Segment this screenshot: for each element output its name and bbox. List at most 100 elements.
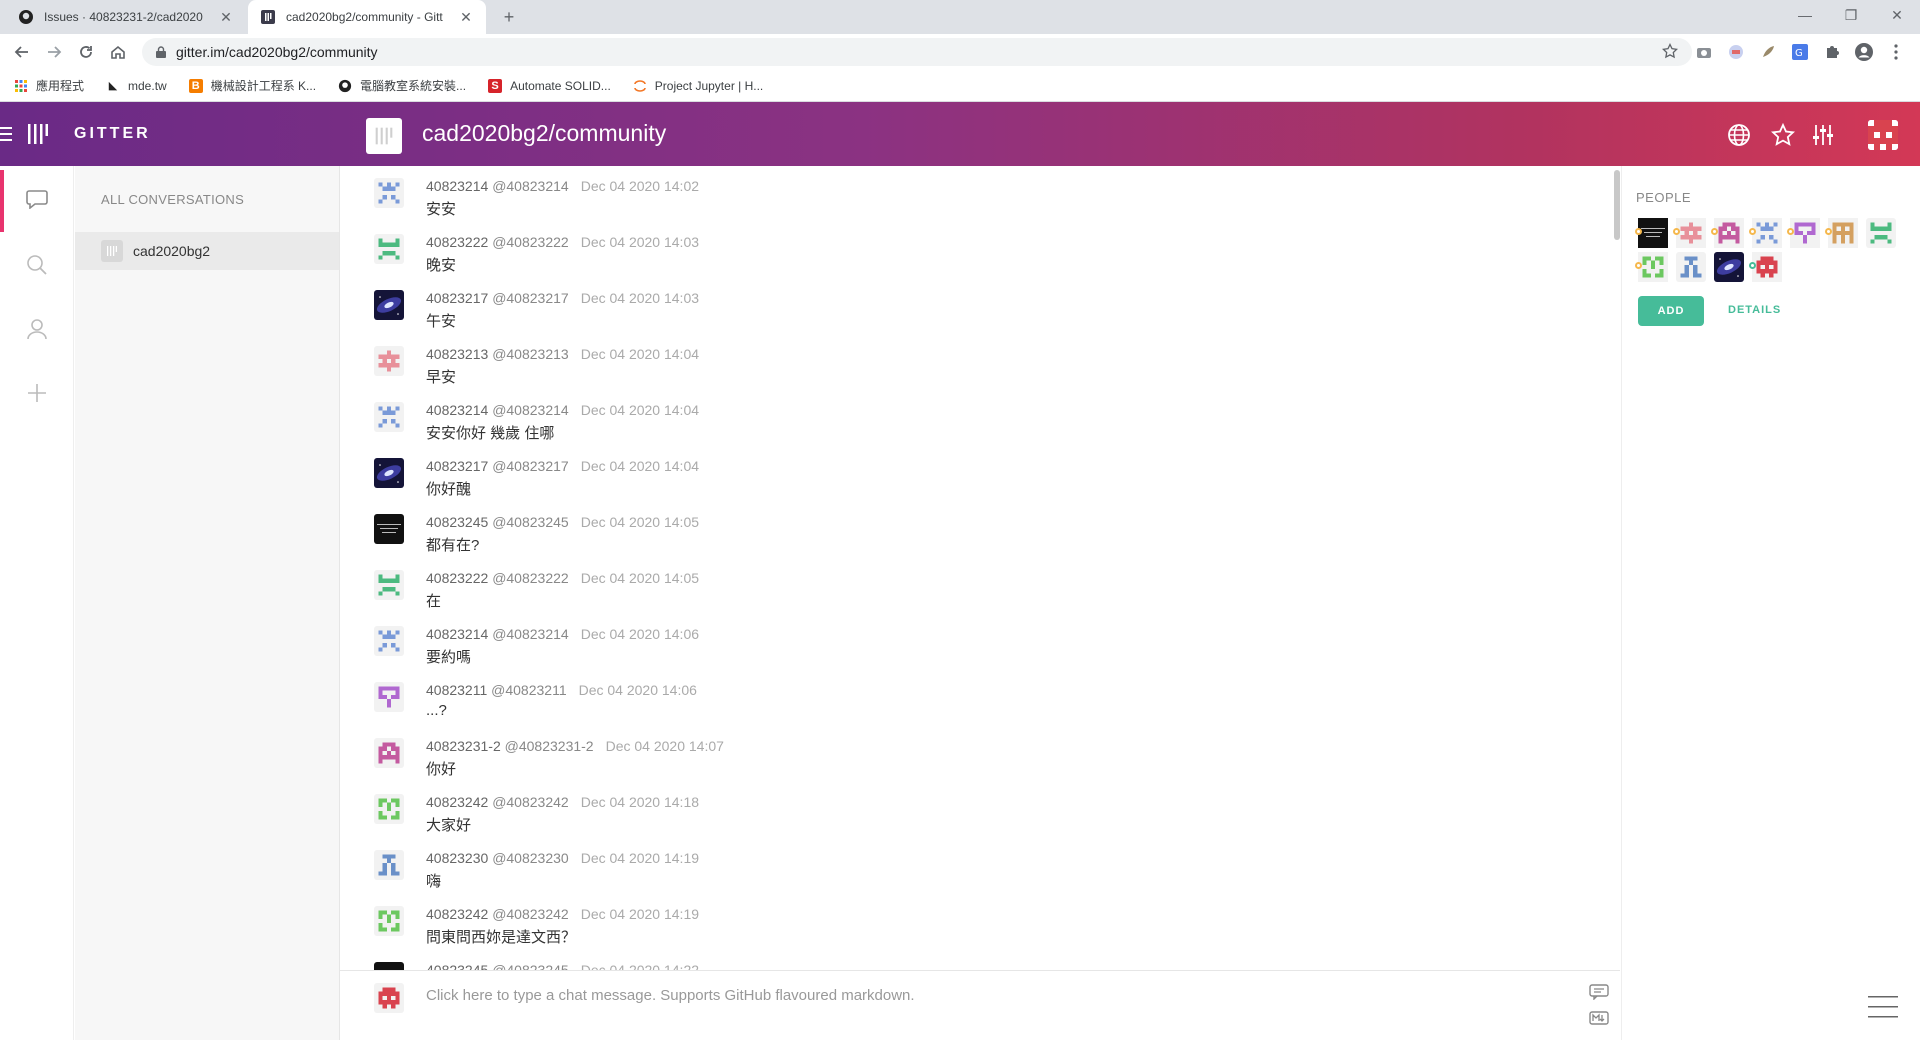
message-timestamp[interactable]: Dec 04 2020 14:04 — [581, 402, 699, 418]
message-avatar[interactable] — [374, 682, 404, 712]
message-username[interactable]: 40823214 — [426, 178, 488, 194]
message-handle[interactable]: @40823217 — [492, 290, 569, 306]
person-avatar[interactable] — [1825, 218, 1858, 248]
message-timestamp[interactable]: Dec 04 2020 14:04 — [581, 346, 699, 362]
markdown-help-icon[interactable] — [1588, 1009, 1610, 1027]
message-username[interactable]: 40823214 — [426, 402, 488, 418]
message-timestamp[interactable]: Dec 04 2020 14:18 — [581, 794, 699, 810]
browser-menu-icon[interactable] — [1886, 42, 1906, 62]
profile-icon[interactable] — [1854, 42, 1874, 62]
bookmark-solidworks[interactable]: S Automate SOLID... — [488, 78, 611, 93]
message-avatar[interactable] — [374, 346, 404, 376]
message-username[interactable]: 40823242 — [426, 906, 488, 922]
message-handle[interactable]: @40823217 — [492, 458, 569, 474]
conversations-icon[interactable] — [24, 186, 50, 212]
message-timestamp[interactable]: Dec 04 2020 14:03 — [581, 234, 699, 250]
translate-extension-icon[interactable]: G — [1790, 42, 1810, 62]
message-timestamp[interactable]: Dec 04 2020 14:05 — [581, 514, 699, 530]
bookmark-jupyter[interactable]: Project Jupyter | H... — [633, 79, 763, 93]
message-username[interactable]: 40823214 — [426, 626, 488, 642]
message-timestamp[interactable]: Dec 04 2020 14:06 — [581, 626, 699, 642]
search-icon[interactable] — [24, 252, 50, 278]
menu-icon[interactable] — [0, 126, 12, 142]
bookmark-star-icon[interactable] — [1662, 43, 1678, 59]
puzzle-extensions-icon[interactable] — [1822, 42, 1842, 62]
favourite-star-icon[interactable] — [1770, 122, 1796, 148]
close-tab-icon[interactable]: ✕ — [458, 9, 474, 26]
user-avatar[interactable] — [1868, 120, 1898, 150]
person-avatar[interactable] — [1787, 218, 1820, 248]
message-username[interactable]: 40823245 — [426, 514, 488, 530]
person-avatar[interactable] — [1635, 218, 1668, 248]
add-people-button[interactable]: ADD — [1638, 296, 1704, 326]
message-avatar[interactable] — [374, 906, 404, 936]
message-timestamp[interactable]: Dec 04 2020 14:05 — [581, 570, 699, 586]
camera-extension-icon[interactable] — [1694, 42, 1714, 62]
conversation-item-cad2020bg2[interactable]: cad2020bg2 — [75, 232, 339, 270]
message-handle[interactable]: @40823222 — [492, 570, 569, 586]
chat-input[interactable]: Click here to type a chat message. Suppo… — [426, 987, 915, 1004]
message-timestamp[interactable]: Dec 04 2020 14:22 — [581, 962, 699, 970]
message-username[interactable]: 40823211 — [426, 682, 487, 698]
message-handle[interactable]: @40823230 — [492, 850, 569, 866]
person-avatar[interactable] — [1711, 218, 1744, 248]
people-icon[interactable] — [24, 316, 50, 342]
message-avatar[interactable] — [374, 850, 404, 880]
reload-icon[interactable] — [74, 40, 98, 64]
back-icon[interactable] — [10, 40, 34, 64]
pdf-extension-icon[interactable] — [1726, 42, 1746, 62]
message-timestamp[interactable]: Dec 04 2020 14:19 — [581, 906, 699, 922]
message-avatar[interactable] — [374, 794, 404, 824]
message-handle[interactable]: @40823231-2 — [505, 738, 594, 754]
browser-tab-issues[interactable]: Issues · 40823231-2/cad2020 ✕ — [6, 0, 246, 34]
message-username[interactable]: 40823222 — [426, 234, 488, 250]
minimize-window-icon[interactable]: — — [1782, 0, 1828, 30]
person-avatar[interactable] — [1714, 252, 1744, 282]
feather-extension-icon[interactable] — [1758, 42, 1778, 62]
message-avatar[interactable] — [374, 234, 404, 264]
settings-sliders-icon[interactable] — [1810, 122, 1836, 148]
message-handle[interactable]: @40823214 — [492, 402, 569, 418]
bookmark-mde[interactable]: ◣ mde.tw — [106, 79, 167, 93]
message-handle[interactable]: @40823214 — [492, 626, 569, 642]
bookmark-apps[interactable]: 應用程式 — [14, 77, 84, 94]
message-handle[interactable]: @40823213 — [492, 346, 569, 362]
details-button[interactable]: DETAILS — [1728, 304, 1781, 316]
message-avatar[interactable] — [374, 514, 404, 544]
message-avatar[interactable] — [374, 402, 404, 432]
message-timestamp[interactable]: Dec 04 2020 14:06 — [579, 682, 697, 698]
message-avatar[interactable] — [374, 738, 404, 768]
bookmark-blogger[interactable]: B 機械設計工程系 K... — [188, 77, 316, 94]
person-avatar[interactable] — [1635, 252, 1668, 282]
message-timestamp[interactable]: Dec 04 2020 14:07 — [606, 738, 724, 754]
message-username[interactable]: 40823245 — [426, 962, 488, 970]
globe-icon[interactable] — [1726, 122, 1752, 148]
bookmark-github[interactable]: 電腦教室系統安裝... — [338, 77, 466, 94]
message-avatar[interactable] — [374, 626, 404, 656]
message-avatar[interactable] — [374, 570, 404, 600]
message-avatar[interactable] — [374, 962, 404, 970]
compose-mode-icon[interactable] — [1588, 983, 1610, 1001]
close-tab-icon[interactable]: ✕ — [218, 9, 234, 26]
person-avatar[interactable] — [1676, 252, 1706, 282]
message-username[interactable]: 40823213 — [426, 346, 488, 362]
message-handle[interactable]: @40823214 — [492, 178, 569, 194]
message-handle[interactable]: @40823222 — [492, 234, 569, 250]
chat-scrollbar[interactable] — [1614, 170, 1620, 240]
message-avatar[interactable] — [374, 178, 404, 208]
home-icon[interactable] — [106, 40, 130, 64]
message-handle[interactable]: @40823242 — [492, 906, 569, 922]
person-avatar[interactable] — [1749, 252, 1782, 282]
message-username[interactable]: 40823217 — [426, 290, 488, 306]
message-timestamp[interactable]: Dec 04 2020 14:19 — [581, 850, 699, 866]
person-avatar[interactable] — [1866, 218, 1896, 248]
add-icon[interactable] — [24, 380, 50, 406]
message-timestamp[interactable]: Dec 04 2020 14:04 — [581, 458, 699, 474]
message-username[interactable]: 40823242 — [426, 794, 488, 810]
message-username[interactable]: 40823231-2 — [426, 738, 501, 754]
message-handle[interactable]: @40823245 — [492, 514, 569, 530]
person-avatar[interactable] — [1673, 218, 1706, 248]
browser-tab-gitter[interactable]: cad2020bg2/community - Gitt ✕ — [248, 0, 486, 34]
gitter-logo-icon[interactable] — [28, 122, 48, 146]
person-avatar[interactable] — [1749, 218, 1782, 248]
